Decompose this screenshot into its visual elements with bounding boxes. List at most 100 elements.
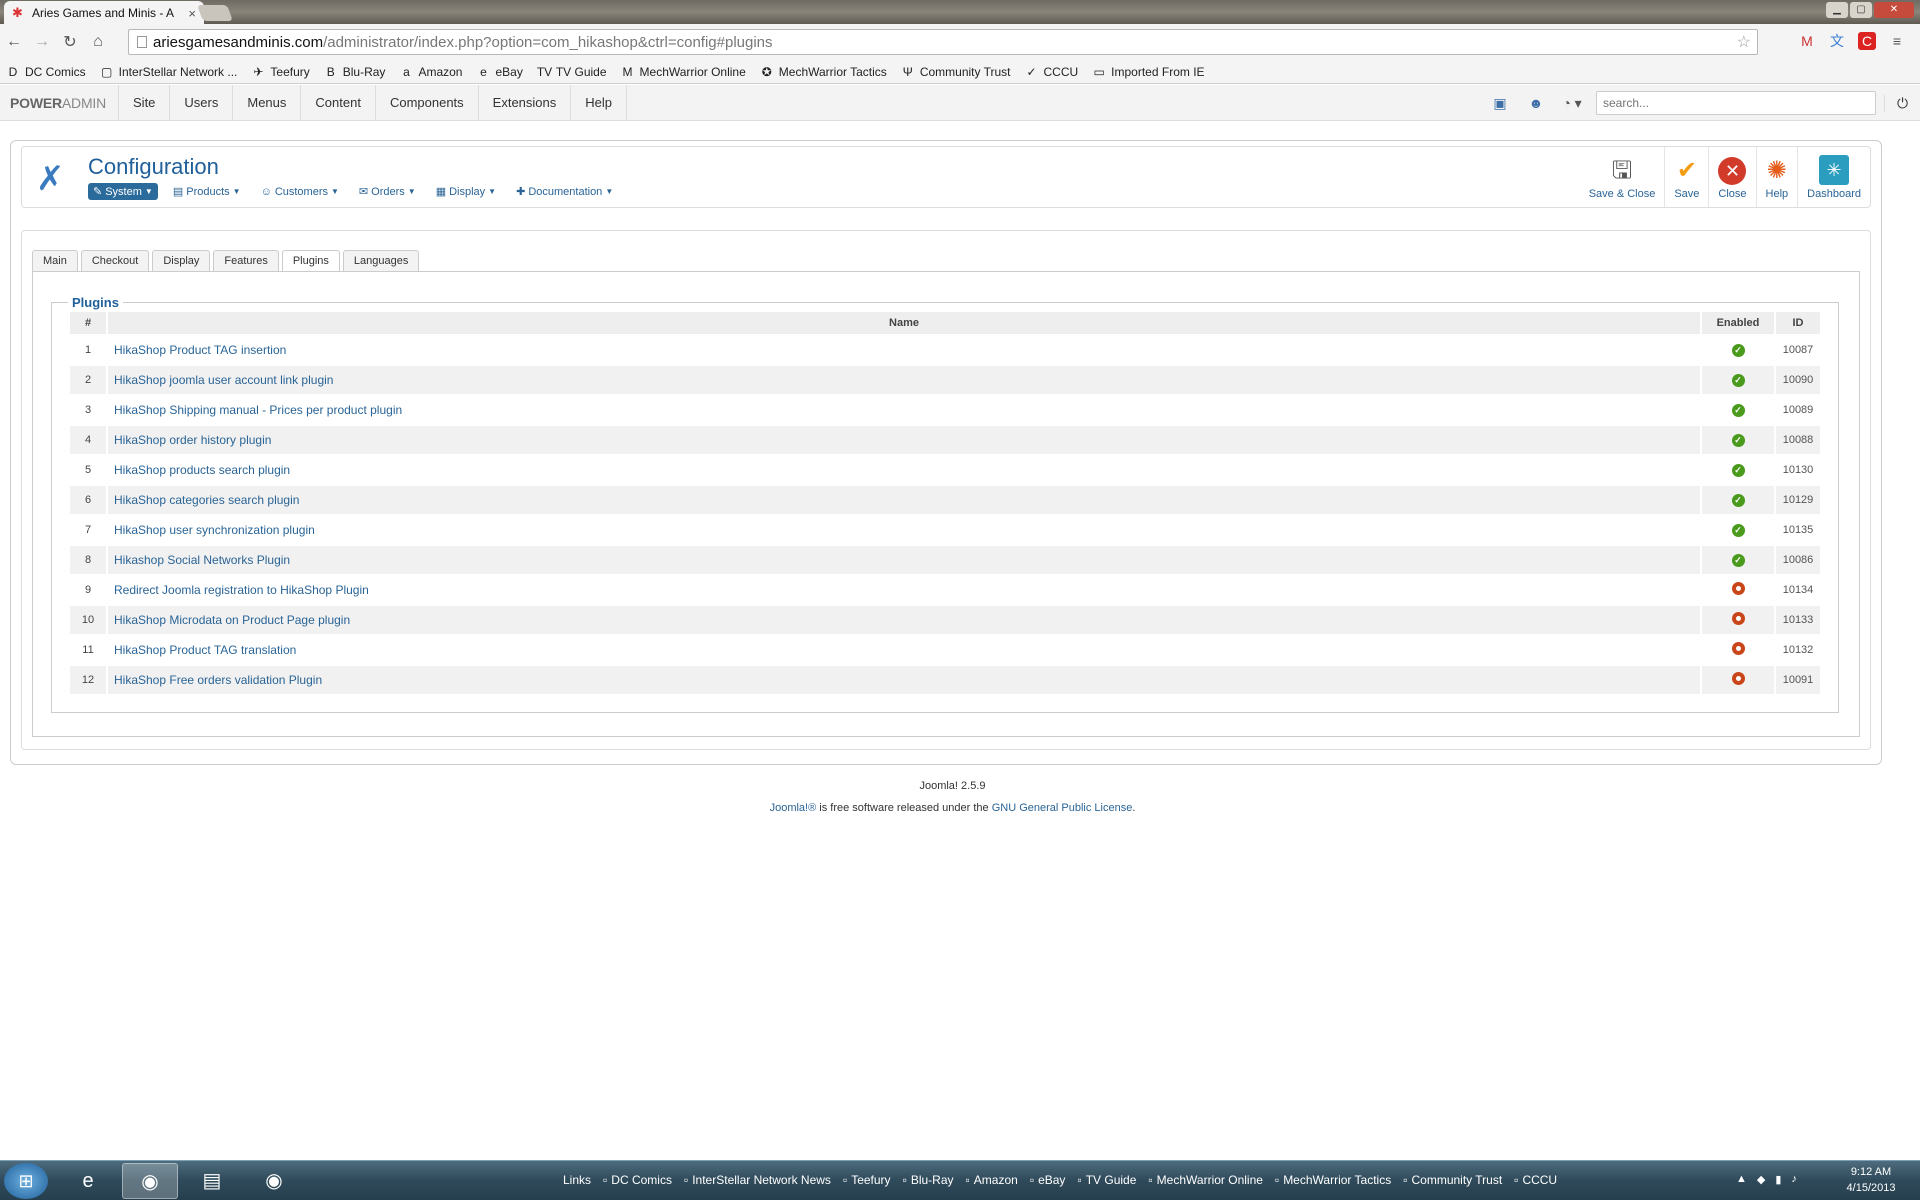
bookmark-star-icon[interactable]: ☆ (1737, 32, 1751, 52)
plugin-name-link[interactable]: HikaShop Microdata on Product Page plugi… (108, 606, 1700, 634)
network-icon[interactable]: ▮ (1775, 1173, 1781, 1186)
chrome-icon[interactable]: ◉ (122, 1163, 178, 1199)
plugin-name-link[interactable]: Hikashop Social Networks Plugin (108, 546, 1700, 574)
admin-menu-help[interactable]: Help (571, 84, 628, 121)
explorer-icon[interactable]: ▤ (184, 1163, 240, 1199)
start-button[interactable]: ⊞ (4, 1163, 48, 1199)
taskbar-link[interactable]: ▫ Amazon (966, 1173, 1018, 1187)
bookmark-item[interactable]: ✈ Teefury (251, 65, 309, 79)
taskbar-link[interactable]: ▫ InterStellar Network News (684, 1173, 831, 1187)
monitor-icon[interactable]: ▣ (1482, 95, 1518, 112)
tab-display[interactable]: Display (152, 250, 211, 271)
bookmark-item[interactable]: D DC Comics (6, 65, 86, 79)
plugin-name-link[interactable]: HikaShop Product TAG insertion (108, 336, 1700, 364)
bookmark-item[interactable]: e eBay (476, 65, 523, 79)
maximize-icon[interactable]: ▢ (1850, 2, 1872, 18)
gmail-icon[interactable]: M (1798, 32, 1816, 50)
browser-tab[interactable]: ✱ Aries Games and Minis - A × (4, 1, 204, 25)
bookmark-item[interactable]: TV TV Guide (537, 65, 607, 79)
taskbar-link[interactable]: ▫ eBay (1030, 1173, 1066, 1187)
dashboard-button[interactable]: ✳ Dashboard (1797, 147, 1870, 207)
gpl-link[interactable]: GNU General Public License (992, 802, 1133, 814)
submenu-system[interactable]: ✎ System ▼ (88, 183, 158, 200)
plugin-name-link[interactable]: HikaShop Product TAG translation (108, 636, 1700, 664)
admin-menu-site[interactable]: Site (119, 84, 171, 121)
translate-icon[interactable]: 文 (1828, 32, 1846, 50)
volume-icon[interactable]: ♪ (1791, 1173, 1797, 1186)
submenu-orders[interactable]: ✉ Orders ▼ (354, 183, 421, 200)
taskbar-link[interactable]: ▫ MechWarrior Online (1148, 1173, 1263, 1187)
ie-icon[interactable]: e (60, 1163, 116, 1199)
save-close-button[interactable]: 🖫 Save & Close (1580, 147, 1665, 207)
taskbar-clock[interactable]: 9:12 AM 4/15/2013 (1836, 1164, 1906, 1196)
admin-menu-extensions[interactable]: Extensions (479, 84, 572, 121)
forward-icon[interactable]: → (28, 33, 56, 51)
tab-languages[interactable]: Languages (342, 250, 420, 271)
help-button[interactable]: ✺ Help (1755, 147, 1798, 207)
enabled-check-icon[interactable]: ✓ (1731, 403, 1745, 417)
admin-menu-content[interactable]: Content (301, 84, 376, 121)
enabled-check-icon[interactable]: ✓ (1731, 553, 1745, 567)
menu-icon[interactable]: ≡ (1888, 32, 1906, 50)
bookmark-item[interactable]: M MechWarrior Online (621, 65, 746, 79)
enabled-check-icon[interactable]: ✓ (1731, 433, 1745, 447)
bookmark-item[interactable]: ▢ InterStellar Network ... (100, 65, 237, 79)
reload-icon[interactable]: ↻ (56, 32, 84, 52)
plugin-name-link[interactable]: HikaShop joomla user account link plugin (108, 366, 1700, 394)
submenu-products[interactable]: ▤ Products ▼ (168, 183, 246, 200)
bookmark-item[interactable]: B Blu-Ray (324, 65, 386, 79)
bookmark-item[interactable]: ▭ Imported From IE (1092, 65, 1205, 79)
taskbar-link[interactable]: ▫ Community Trust (1403, 1173, 1502, 1187)
enabled-check-icon[interactable]: ✓ (1731, 343, 1745, 357)
close-button[interactable]: ✕ Close (1708, 147, 1755, 207)
home-icon[interactable]: ⌂ (84, 33, 112, 51)
joomla-link[interactable]: Joomla!® (770, 802, 817, 814)
plugin-name-link[interactable]: HikaShop order history plugin (108, 426, 1700, 454)
bookmark-item[interactable]: a Amazon (399, 65, 462, 79)
enabled-check-icon[interactable]: ✓ (1731, 373, 1745, 387)
disabled-icon[interactable] (1731, 642, 1745, 655)
tab-checkout[interactable]: Checkout (80, 250, 150, 271)
tab-plugins[interactable]: Plugins (281, 250, 340, 271)
bookmark-item[interactable]: ✪ MechWarrior Tactics (760, 65, 887, 79)
tray-app-icon[interactable]: ◆ (1757, 1173, 1765, 1186)
taskbar-link[interactable]: ▫ MechWarrior Tactics (1275, 1173, 1391, 1187)
tray-expand-icon[interactable]: ▲ (1736, 1173, 1747, 1186)
bookmark-item[interactable]: ✓ CCCU (1025, 65, 1078, 79)
admin-menu-users[interactable]: Users (170, 84, 234, 121)
tab-main[interactable]: Main (32, 250, 78, 271)
disabled-icon[interactable] (1731, 582, 1745, 595)
plugin-name-link[interactable]: HikaShop Shipping manual - Prices per pr… (108, 396, 1700, 424)
save-button[interactable]: ✔ Save (1664, 147, 1708, 207)
window-close-icon[interactable]: ✕ (1874, 2, 1914, 18)
taskbar-link[interactable]: ▫ Blu-Ray (903, 1173, 954, 1187)
admin-brand-logo[interactable]: POWERADMIN (10, 95, 106, 111)
submenu-documentation[interactable]: ✚ Documentation ▼ (511, 183, 618, 200)
admin-search-input[interactable] (1596, 91, 1876, 115)
plugin-name-link[interactable]: HikaShop user synchronization plugin (108, 516, 1700, 544)
taskbar-link[interactable]: ▫ TV Guide (1077, 1173, 1136, 1187)
submenu-customers[interactable]: ☺ Customers ▼ (256, 184, 344, 200)
plugin-name-link[interactable]: HikaShop Free orders validation Plugin (108, 666, 1700, 694)
settings-dropdown-icon[interactable]: ◔ ▾ (1554, 95, 1590, 112)
extension-red-icon[interactable]: C (1858, 32, 1876, 50)
disabled-icon[interactable] (1731, 672, 1745, 685)
taskbar-link[interactable]: ▫ DC Comics (603, 1173, 672, 1187)
chrome-alt-icon[interactable]: ◉ (246, 1163, 302, 1199)
bookmark-item[interactable]: Ψ Community Trust (901, 65, 1011, 79)
logout-icon[interactable]: ⏻ (1884, 94, 1920, 112)
enabled-check-icon[interactable]: ✓ (1731, 493, 1745, 507)
minimize-icon[interactable]: ▁ (1826, 2, 1848, 18)
new-tab-button[interactable] (197, 5, 233, 21)
enabled-check-icon[interactable]: ✓ (1731, 523, 1745, 537)
back-icon[interactable]: ← (0, 33, 28, 51)
admin-menu-menus[interactable]: Menus (233, 84, 302, 121)
disabled-icon[interactable] (1731, 612, 1745, 625)
taskbar-link[interactable]: ▫ Teefury (843, 1173, 891, 1187)
admin-menu-components[interactable]: Components (376, 84, 479, 121)
submenu-display[interactable]: ▦ Display ▼ (431, 183, 501, 200)
plugin-name-link[interactable]: HikaShop categories search plugin (108, 486, 1700, 514)
address-bar[interactable]: ariesgamesandminis.com/administrator/ind… (128, 29, 1758, 55)
tab-features[interactable]: Features (213, 250, 279, 271)
user-icon[interactable]: ☻ (1518, 95, 1554, 111)
